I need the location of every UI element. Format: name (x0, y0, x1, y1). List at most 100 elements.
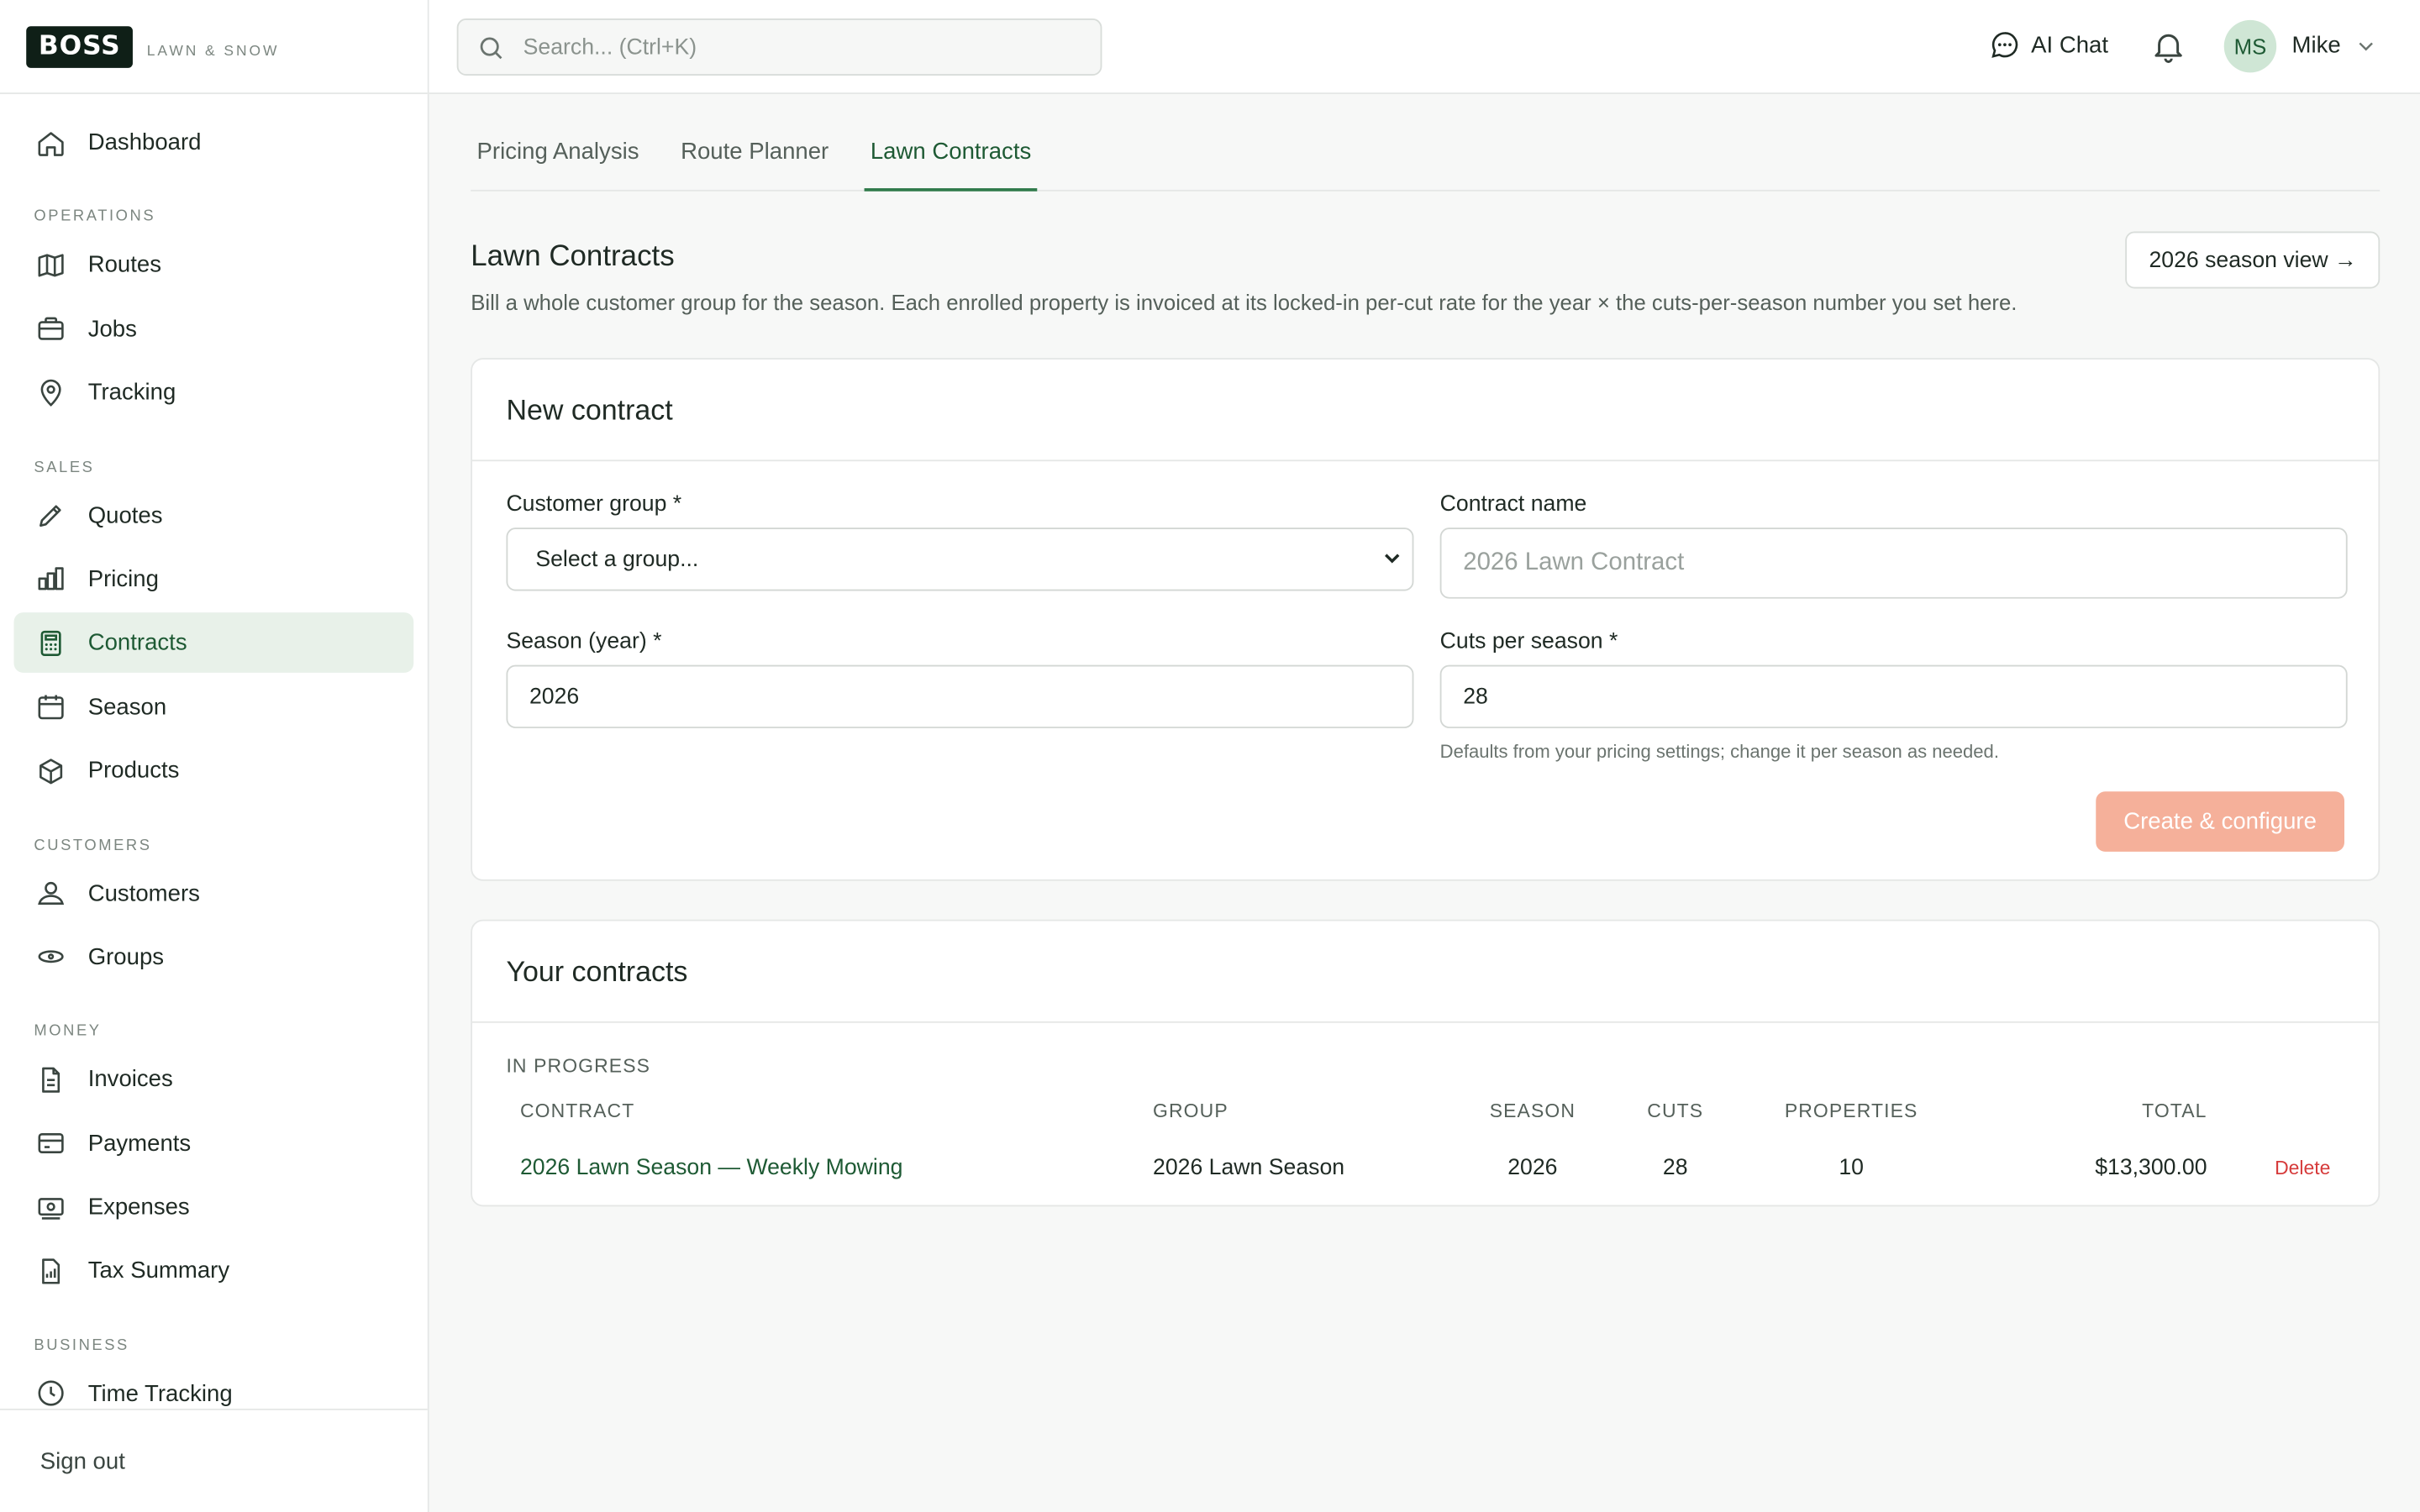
sidebar-item-label: Customers (87, 879, 200, 907)
nav-section-customers: CUSTOMERS (34, 837, 152, 854)
your-contracts-card: Your contracts IN PROGRESS CONTRACT GROU… (471, 919, 2381, 1207)
cell-total: $13,300.00 (2095, 1155, 2207, 1181)
cell-actions: Delete (2221, 1131, 2344, 1205)
create-configure-button[interactable]: Create & configure (2096, 791, 2344, 852)
nav-section-operations: OPERATIONS (34, 208, 156, 226)
sidebar-item-customers[interactable]: Customers (14, 864, 414, 924)
brand-subtitle: LAWN & SNOW (146, 43, 280, 60)
delete-button[interactable]: Delete (2275, 1158, 2330, 1179)
cuts-input[interactable]: 28 (1439, 664, 2348, 728)
cell-contract: 2026 Lawn Season — Weekly Mowing (506, 1131, 1139, 1205)
sidebar-item-dashboard[interactable]: Dashboard (14, 113, 414, 173)
chevron-down-icon (1381, 548, 1403, 570)
map-icon (35, 249, 66, 281)
brand-logo: BOSS (26, 25, 134, 67)
cell-season: 2026 (1507, 1155, 1558, 1181)
contract-name-label: Contract name (1439, 491, 1587, 517)
new-contract-heading: New contract (472, 360, 2379, 462)
tab-lawn-contracts[interactable]: Lawn Contracts (864, 139, 1039, 192)
location-pin-icon (35, 377, 66, 408)
user-icon (35, 878, 66, 909)
season-input[interactable]: 2026 (506, 664, 1414, 728)
sidebar-item-routes[interactable]: Routes (14, 235, 414, 296)
credit-card-icon (35, 1128, 66, 1159)
home-icon (35, 128, 66, 159)
ai-chat-button[interactable]: AI Chat (1990, 29, 2108, 60)
sidebar-item-label: Products (87, 758, 180, 785)
clock-icon (35, 1378, 66, 1410)
sidebar-item-label: Contracts (87, 630, 187, 657)
nav-section-money: MONEY (34, 1023, 102, 1041)
sidebar-item-label: Season (87, 694, 167, 721)
search-box[interactable] (456, 18, 1102, 76)
contract-name-field: Contract name 2026 Lawn Contract (1439, 491, 2348, 599)
sidebar-item-label: Groups (87, 943, 165, 971)
sidebar-item-label: Time Tracking (87, 1380, 233, 1407)
col-actions (2221, 1091, 2344, 1131)
col-group: GROUP (1153, 1100, 1228, 1122)
sidebar-item-quotes[interactable]: Quotes (14, 486, 414, 546)
sign-out-button[interactable]: Sign out (0, 1408, 428, 1512)
contracts-table: CONTRACT GROUP SEASON CUTS PROPERTIES TO… (506, 1091, 2344, 1205)
sidebar-item-tax-summary[interactable]: Tax Summary (14, 1242, 414, 1302)
cell-group: 2026 Lawn Season (1153, 1155, 1345, 1181)
col-contract: CONTRACT (519, 1100, 635, 1122)
customer-group-label: Customer group * (506, 491, 682, 517)
bar-chart-icon (35, 564, 66, 595)
main-area: AI Chat MS Mike Pricing Analysis Route P… (429, 0, 2420, 1512)
sidebar-item-season[interactable]: Season (14, 677, 414, 738)
sidebar-item-tracking[interactable]: Tracking (14, 363, 414, 423)
topbar: AI Chat MS Mike (429, 0, 2420, 95)
page-content: Pricing Analysis Route Planner Lawn Cont… (429, 94, 2420, 1207)
new-contract-card: New contract Customer group * Select a g… (471, 358, 2381, 881)
page-header: Lawn Contracts Bill a whole customer gro… (471, 192, 2381, 358)
cell-cuts: 28 (1662, 1155, 1688, 1181)
sidebar-item-contracts[interactable]: Contracts (13, 612, 414, 674)
in-progress-label: IN PROGRESS (506, 1055, 651, 1078)
contract-link[interactable]: 2026 Lawn Season — Weekly Mowing (520, 1156, 902, 1180)
sidebar-item-label: Routes (87, 252, 161, 279)
col-total: TOTAL (2142, 1100, 2207, 1122)
sidebar-item-products[interactable]: Products (14, 741, 414, 801)
bell-icon[interactable] (2150, 28, 2187, 65)
new-contract-form: Customer group * Select a group... Contr… (472, 461, 2378, 879)
season-view-button[interactable]: 2026 season view → (2125, 231, 2381, 289)
sidebar-item-label: Invoices (87, 1066, 173, 1093)
avatar[interactable]: MS (2223, 19, 2277, 73)
cuts-label: Cuts per season * (1439, 629, 1618, 654)
chevron-down-icon[interactable] (2354, 34, 2378, 58)
customer-group-value: Select a group... (535, 547, 699, 572)
sidebar-item-label: Quotes (87, 501, 163, 529)
sidebar-item-pricing[interactable]: Pricing (14, 549, 414, 610)
page-description: Bill a whole customer group for the seas… (471, 290, 2018, 315)
sidebar-item-expenses[interactable]: Expenses (14, 1178, 414, 1238)
sidebar-item-invoices[interactable]: Invoices (14, 1050, 414, 1110)
tab-pricing-analysis[interactable]: Pricing Analysis (471, 139, 645, 190)
sidebar-item-jobs[interactable]: Jobs (14, 299, 414, 360)
sidebar-item-groups[interactable]: Groups (14, 927, 414, 988)
sidebar-item-payments[interactable]: Payments (14, 1114, 414, 1174)
customer-group-field: Customer group * Select a group... (506, 491, 1414, 591)
box-icon (35, 755, 66, 786)
calendar-icon (35, 691, 66, 722)
table-header-row: CONTRACT GROUP SEASON CUTS PROPERTIES TO… (506, 1091, 2344, 1131)
search-input[interactable] (523, 34, 1049, 60)
sidebar-item-label: Dashboard (87, 129, 202, 156)
calculator-icon (35, 627, 66, 659)
briefcase-icon (35, 313, 66, 344)
customer-group-select[interactable]: Select a group... (506, 528, 1414, 591)
user-name[interactable]: Mike (2292, 33, 2341, 59)
cuts-hint: Defaults from your pricing settings; cha… (1439, 740, 1999, 763)
brand[interactable]: BOSS LAWN & SNOW (0, 0, 428, 95)
cell-properties: 10 (1839, 1155, 1864, 1181)
document-icon (35, 1064, 66, 1095)
cash-icon (35, 1192, 66, 1223)
tab-route-planner[interactable]: Route Planner (675, 139, 835, 190)
your-contracts-heading: Your contracts (472, 921, 2379, 1023)
season-field: Season (year) * 2026 (506, 629, 1414, 728)
sidebar-item-label: Payments (87, 1130, 192, 1157)
col-cuts: CUTS (1647, 1100, 1704, 1122)
contract-name-input[interactable]: 2026 Lawn Contract (1439, 528, 2348, 599)
report-icon (35, 1256, 66, 1287)
season-label: Season (year) * (506, 629, 662, 654)
